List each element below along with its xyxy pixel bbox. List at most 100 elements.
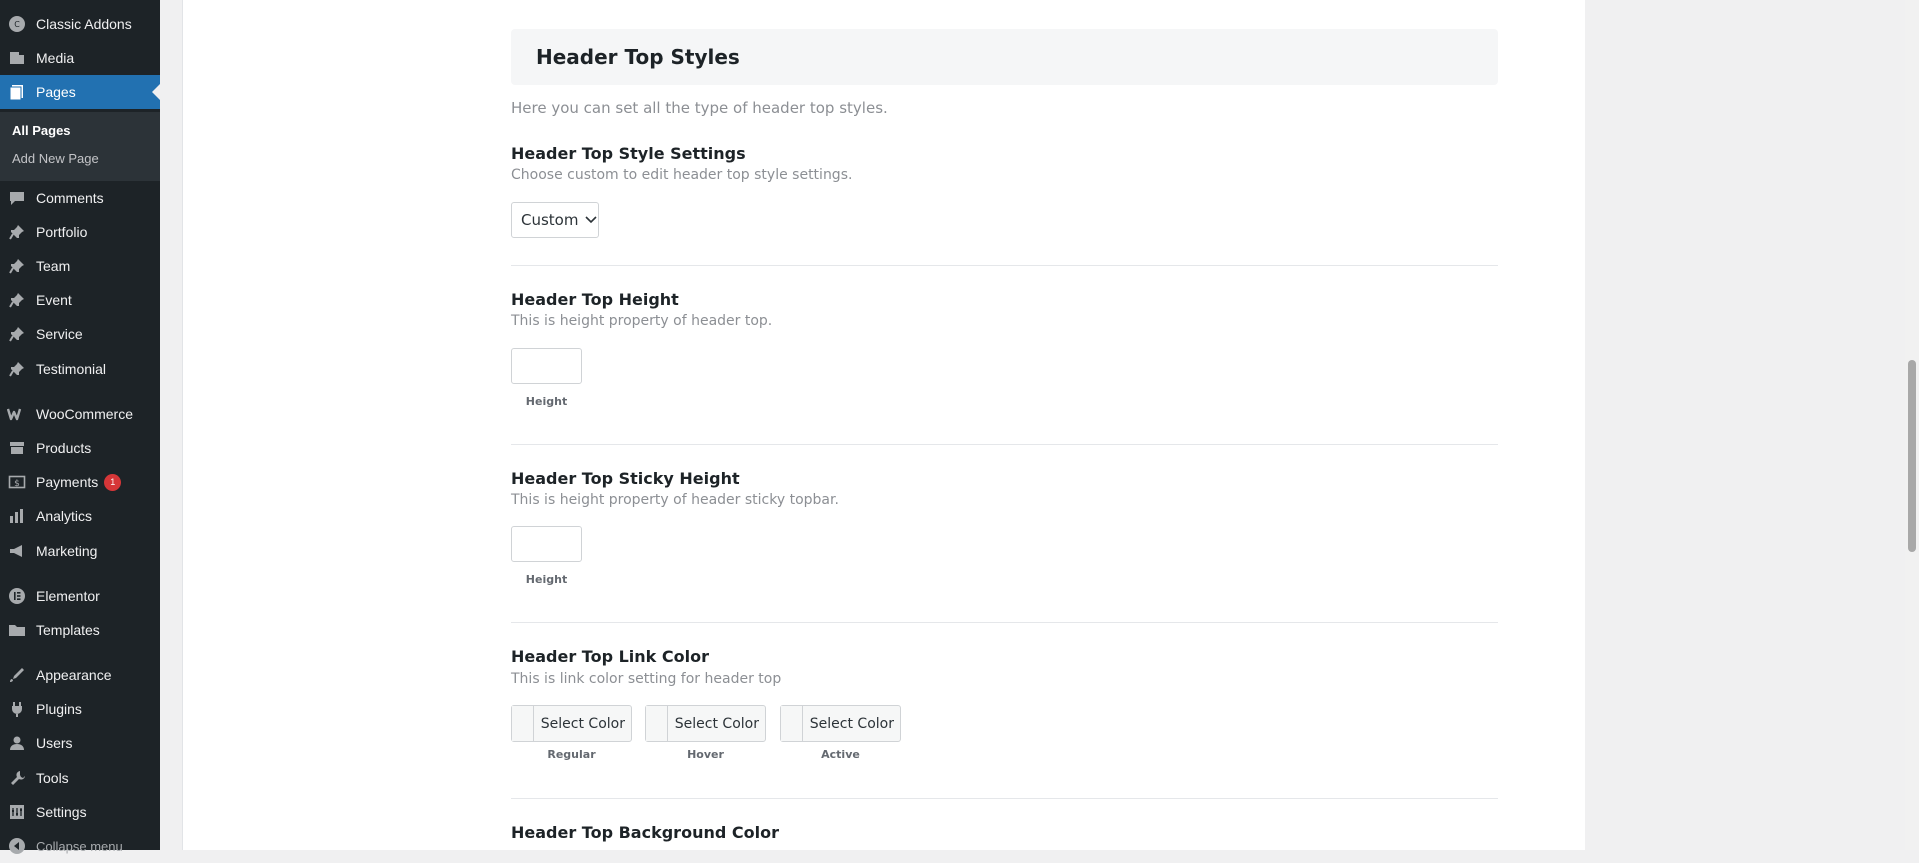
select-value: Custom	[521, 211, 579, 229]
comments-icon	[7, 188, 27, 208]
hover-color-button[interactable]: Select Color	[645, 705, 766, 742]
divider	[511, 622, 1498, 623]
pin-icon	[7, 359, 27, 379]
sticky-height-input-label: Height	[525, 573, 568, 586]
chevron-down-icon	[585, 216, 598, 224]
menu-item-payments[interactable]: $ Payments 1	[0, 465, 160, 499]
sticky-height-input[interactable]	[511, 526, 582, 562]
menu-label: Payments	[36, 474, 99, 490]
menu-label: Marketing	[36, 543, 98, 559]
menu-label: Portfolio	[36, 224, 88, 240]
menu-label: Service	[36, 326, 83, 342]
menu-item-marketing[interactable]: Marketing	[0, 534, 160, 568]
link-color-title: Header Top Link Color	[511, 647, 709, 666]
style-settings-select[interactable]: Custom	[511, 202, 599, 238]
menu-item-appearance[interactable]: Appearance	[0, 658, 160, 692]
color-button-label: Select Color	[809, 715, 894, 732]
menu-item-woocommerce[interactable]: WooCommerce	[0, 397, 160, 431]
menu-item-elementor[interactable]: Elementor	[0, 579, 160, 613]
height-input[interactable]	[511, 348, 582, 384]
style-settings-desc: Choose custom to edit header top style s…	[511, 167, 853, 183]
sticky-height-desc: This is height property of header sticky…	[511, 492, 839, 508]
pin-icon	[7, 290, 27, 310]
menu-item-pages[interactable]: Pages	[0, 75, 160, 109]
menu-item-products[interactable]: Products	[0, 431, 160, 465]
menu-label: Classic Addons	[36, 16, 132, 32]
menu-item-tools[interactable]: Tools	[0, 761, 160, 795]
collapse-icon	[7, 836, 27, 856]
style-settings-title: Header Top Style Settings	[511, 144, 746, 163]
tools-icon	[7, 768, 27, 788]
color-button-label: Select Color	[674, 715, 759, 732]
menu-item-settings[interactable]: Settings	[0, 795, 160, 829]
products-icon	[7, 438, 27, 458]
menu-label: Plugins	[36, 701, 82, 717]
regular-color-button[interactable]: Select Color	[511, 705, 632, 742]
classic-addons-icon: C	[7, 14, 27, 34]
menu-label: Testimonial	[36, 361, 107, 377]
submenu-add-new-page[interactable]: Add New Page	[12, 151, 99, 166]
marketing-icon	[7, 541, 27, 561]
color-button-label: Select Color	[540, 715, 625, 732]
submenu-all-pages[interactable]: All Pages	[12, 123, 71, 138]
users-icon	[7, 733, 27, 753]
menu-item-plugins[interactable]: Plugins	[0, 692, 160, 726]
menu-item-event[interactable]: Event	[0, 283, 160, 317]
menu-label: Pages	[36, 84, 76, 100]
menu-label: Collapse menu	[36, 838, 123, 854]
sticky-height-title: Header Top Sticky Height	[511, 469, 740, 488]
appearance-icon	[7, 665, 27, 685]
templates-icon	[7, 620, 27, 640]
menu-item-team[interactable]: Team	[0, 249, 160, 283]
elementor-icon	[7, 586, 27, 606]
divider	[511, 265, 1498, 266]
active-label: Active	[821, 748, 860, 761]
height-input-label: Height	[525, 395, 568, 408]
admin-sidebar: C Classic Addons Media Pages All Pages A…	[0, 0, 160, 854]
analytics-icon	[7, 506, 27, 526]
menu-item-service[interactable]: Service	[0, 317, 160, 351]
settings-icon	[7, 802, 27, 822]
menu-label: Products	[36, 440, 92, 456]
pin-icon	[7, 222, 27, 242]
pin-icon	[7, 324, 27, 344]
pages-submenu: All Pages Add New Page	[0, 112, 160, 181]
menu-item-classic-addons[interactable]: C Classic Addons	[0, 7, 160, 41]
menu-label: WooCommerce	[36, 406, 133, 422]
plugins-icon	[7, 699, 27, 719]
regular-label: Regular	[547, 748, 596, 761]
media-icon	[7, 48, 27, 68]
menu-label: Event	[36, 292, 72, 308]
scrollbar-thumb[interactable]	[1908, 360, 1916, 552]
menu-item-comments[interactable]: Comments	[0, 181, 160, 215]
divider	[511, 798, 1498, 799]
woocommerce-icon	[7, 404, 27, 424]
menu-label: Users	[36, 735, 73, 751]
height-title: Header Top Height	[511, 290, 679, 309]
menu-label: Elementor	[36, 588, 100, 604]
section-header: Header Top Styles	[511, 29, 1498, 85]
hover-label: Hover	[687, 748, 724, 761]
menu-label: Media	[36, 50, 75, 66]
menu-item-testimonial[interactable]: Testimonial	[0, 352, 160, 386]
section-title: Header Top Styles	[536, 45, 740, 69]
notification-badge: 1	[104, 473, 122, 491]
menu-label: Team	[36, 258, 71, 274]
bg-color-title: Header Top Background Color	[511, 823, 779, 842]
menu-label: Appearance	[36, 667, 112, 683]
height-desc: This is height property of header top.	[511, 313, 773, 329]
menu-item-analytics[interactable]: Analytics	[0, 499, 160, 533]
menu-item-users[interactable]: Users	[0, 726, 160, 760]
menu-item-media[interactable]: Media	[0, 41, 160, 75]
collapse-menu-button[interactable]: Collapse menu	[0, 829, 160, 863]
pages-icon	[7, 82, 27, 102]
divider	[511, 444, 1498, 445]
section-description: Here you can set all the type of header …	[511, 99, 888, 117]
active-color-button[interactable]: Select Color	[780, 705, 901, 742]
menu-label: Analytics	[36, 508, 93, 524]
pin-icon	[7, 256, 27, 276]
scrollbar[interactable]	[1905, 0, 1919, 850]
menu-item-templates[interactable]: Templates	[0, 613, 160, 647]
menu-item-portfolio[interactable]: Portfolio	[0, 215, 160, 249]
content-gutter	[160, 0, 182, 850]
